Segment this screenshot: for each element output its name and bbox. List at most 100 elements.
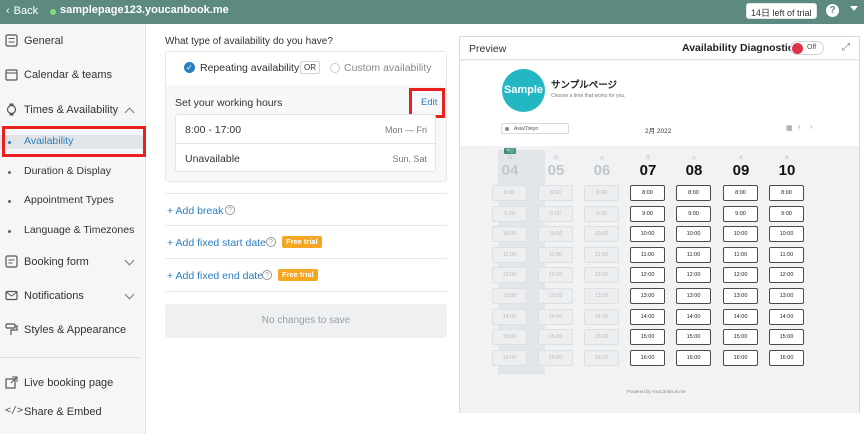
add-fixed-end-link[interactable]: + Add fixed end date bbox=[167, 270, 263, 282]
time-slot[interactable]: 16:00 bbox=[769, 349, 804, 366]
time-slot[interactable]: 16:00 bbox=[630, 349, 665, 366]
chevron-up-icon bbox=[124, 107, 135, 118]
time-slot[interactable]: 14:00 bbox=[676, 308, 711, 325]
time-slot[interactable]: 12:00 bbox=[723, 267, 758, 284]
day-of-week: 火 bbox=[599, 155, 605, 160]
time-slot: 16:00 bbox=[538, 349, 573, 366]
sidebar-item-language[interactable]: Language & Timezones bbox=[0, 224, 146, 238]
time-slot: 16:00 bbox=[584, 349, 619, 366]
question-icon[interactable]: ? bbox=[262, 270, 272, 280]
chevron-left-icon[interactable]: ‹ bbox=[798, 124, 800, 131]
time-slot[interactable]: 9:00 bbox=[769, 205, 804, 222]
time-slot[interactable]: 14:00 bbox=[769, 308, 804, 325]
sidebar-item-share[interactable]: </> Share & Embed bbox=[0, 405, 146, 419]
sidebar-item-live-booking[interactable]: Live booking page bbox=[0, 376, 146, 390]
time-slot[interactable]: 12:00 bbox=[630, 267, 665, 284]
hours-row[interactable]: Unavailable Sun, Sat bbox=[176, 144, 435, 173]
time-slot[interactable]: 13:00 bbox=[676, 288, 711, 304]
time-slot[interactable]: 9:00 bbox=[723, 205, 758, 222]
sidebar-item-styles[interactable]: Styles & Appearance bbox=[0, 323, 146, 337]
hours-row[interactable]: 8:00 - 17:00 Mon — Fri bbox=[176, 115, 435, 144]
time-slot[interactable]: 16:00 bbox=[723, 349, 758, 366]
preview-panel: Preview Availability Diagnostics Off ⤢ S… bbox=[459, 36, 860, 413]
time-slot: 14:00 bbox=[584, 308, 619, 325]
time-slot[interactable]: 14:00 bbox=[630, 308, 665, 325]
sidebar-item-notifications[interactable]: Notifications bbox=[0, 289, 146, 303]
time-slot[interactable]: 8:00 bbox=[630, 185, 665, 201]
question-icon[interactable]: ? bbox=[266, 237, 276, 247]
question-icon[interactable]: ? bbox=[225, 205, 235, 215]
chevron-down-icon[interactable] bbox=[850, 6, 858, 11]
repeating-availability-option[interactable]: Repeating availability bbox=[200, 62, 299, 74]
time-slot[interactable]: 10:00 bbox=[769, 226, 804, 243]
paint-roller-icon bbox=[5, 323, 18, 335]
day-number: 09 bbox=[732, 162, 750, 179]
time-slot[interactable]: 13:00 bbox=[769, 288, 804, 304]
expand-icon[interactable]: ⤢ bbox=[842, 42, 853, 53]
day-number: 07 bbox=[639, 162, 657, 179]
chevron-down-icon bbox=[124, 289, 135, 300]
time-slot[interactable]: 14:00 bbox=[723, 308, 758, 325]
time-slot[interactable]: 8:00 bbox=[769, 185, 804, 201]
time-slot[interactable]: 12:00 bbox=[769, 267, 804, 284]
booking-page-title: サンプルページ bbox=[551, 80, 618, 91]
sidebar-divider bbox=[0, 357, 140, 358]
time-slot: 11:00 bbox=[492, 246, 527, 263]
time-slot[interactable]: 9:00 bbox=[630, 205, 665, 222]
sidebar-item-times[interactable]: Times & Availability bbox=[0, 103, 146, 118]
sidebar-item-general[interactable]: General bbox=[0, 34, 146, 48]
timezone-select[interactable]: Asia/Tokyo bbox=[501, 123, 569, 134]
time-slot[interactable]: 11:00 bbox=[630, 246, 665, 263]
save-button[interactable]: No changes to save bbox=[165, 304, 447, 338]
sidebar-item-appointment-types[interactable]: Appointment Types bbox=[0, 194, 146, 208]
add-fixed-start-link[interactable]: + Add fixed start date bbox=[167, 237, 266, 249]
chevron-down-icon bbox=[124, 255, 135, 266]
working-hours-list: 8:00 - 17:00 Mon — Fri Unavailable Sun, … bbox=[175, 114, 436, 172]
custom-availability-option[interactable]: Custom availability bbox=[344, 62, 432, 74]
help-icon[interactable]: ? bbox=[826, 4, 839, 17]
trial-badge[interactable]: 14日 left of trial bbox=[746, 3, 817, 19]
time-slot[interactable]: 8:00 bbox=[676, 185, 711, 201]
sidebar-item-booking-form[interactable]: Booking form bbox=[0, 255, 146, 269]
sidebar-item-calendar[interactable]: Calendar & teams bbox=[0, 68, 146, 82]
time-slot: 11:00 bbox=[584, 246, 619, 263]
check-icon[interactable]: ✓ bbox=[184, 62, 195, 73]
mail-icon bbox=[5, 290, 18, 301]
custom-radio[interactable] bbox=[330, 63, 340, 73]
time-slot[interactable]: 11:00 bbox=[723, 246, 758, 263]
free-trial-badge: Free trial bbox=[278, 269, 318, 281]
time-slot: 15:00 bbox=[584, 329, 619, 346]
time-slot[interactable]: 15:00 bbox=[676, 329, 711, 346]
booking-page-subtitle: Choose a time that works for you. bbox=[551, 93, 626, 99]
time-slot[interactable]: 10:00 bbox=[723, 226, 758, 243]
time-slot[interactable]: 10:00 bbox=[676, 226, 711, 243]
powered-by: Powered by YouCanBook.me bbox=[627, 389, 686, 394]
time-slot[interactable]: 15:00 bbox=[630, 329, 665, 346]
day-number: 05 bbox=[547, 162, 565, 179]
availability-question: What type of availability do you have? bbox=[165, 36, 333, 47]
chevron-right-icon[interactable]: › bbox=[810, 124, 812, 131]
time-slot: 8:00 bbox=[584, 185, 619, 201]
time-slot[interactable]: 9:00 bbox=[676, 205, 711, 222]
add-break-link[interactable]: + Add break bbox=[167, 205, 223, 217]
live-status-dot bbox=[50, 9, 56, 15]
time-slot[interactable]: 13:00 bbox=[630, 288, 665, 304]
time-slot[interactable]: 8:00 bbox=[723, 185, 758, 201]
time-slot[interactable]: 11:00 bbox=[676, 246, 711, 263]
back-button[interactable]: ‹ Back bbox=[6, 5, 38, 17]
time-slot[interactable]: 10:00 bbox=[630, 226, 665, 243]
time-slot: 9:00 bbox=[584, 205, 619, 222]
page-url[interactable]: samplepage123.youcanbook.me bbox=[60, 4, 229, 16]
calendar-icon[interactable]: ▦ bbox=[786, 124, 793, 132]
time-slot[interactable]: 11:00 bbox=[769, 246, 804, 263]
time-slot[interactable]: 15:00 bbox=[769, 329, 804, 346]
bullet-icon bbox=[8, 230, 11, 233]
time-slot[interactable]: 16:00 bbox=[676, 349, 711, 366]
time-slot: 9:00 bbox=[538, 205, 573, 222]
time-slot[interactable]: 15:00 bbox=[723, 329, 758, 346]
time-slot[interactable]: 12:00 bbox=[676, 267, 711, 284]
add-break-row: + Add break ? bbox=[165, 193, 447, 226]
sidebar-item-duration[interactable]: Duration & Display bbox=[0, 165, 146, 179]
diagnostics-toggle[interactable]: Off bbox=[790, 41, 824, 55]
time-slot[interactable]: 13:00 bbox=[723, 288, 758, 304]
